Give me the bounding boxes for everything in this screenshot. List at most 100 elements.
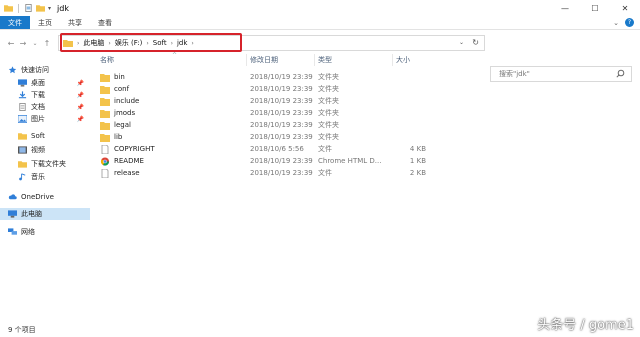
file-icon xyxy=(101,168,109,178)
music-icon xyxy=(19,173,26,181)
sidebar-item-quick-access[interactable]: 快速访问 xyxy=(0,64,90,76)
sidebar-item-download-folder[interactable]: 下载文件夹 xyxy=(0,158,90,170)
tab-view[interactable]: 查看 xyxy=(90,16,120,29)
file-type: 文件夹 xyxy=(318,97,339,105)
file-modified: 2018/10/19 23:39 xyxy=(250,169,313,177)
refresh-icon[interactable]: ↻ xyxy=(472,38,479,47)
sidebar-item-documents[interactable]: 文档 📌 xyxy=(0,101,90,113)
file-size xyxy=(396,107,426,119)
computer-icon xyxy=(8,210,17,218)
customize-toolbar-icon[interactable]: ▾ xyxy=(48,5,51,12)
column-divider[interactable] xyxy=(392,54,393,66)
column-header-modified[interactable]: 修改日期 xyxy=(250,54,314,66)
folder-icon xyxy=(63,40,73,47)
download-icon xyxy=(18,91,27,99)
chrome-icon xyxy=(100,156,110,166)
chevron-down-icon[interactable]: ⌄ xyxy=(459,39,464,46)
table-row[interactable]: lib 2018/10/19 23:39 文件夹 xyxy=(96,131,636,143)
file-name: legal xyxy=(114,121,131,129)
table-row[interactable]: README 2018/10/19 23:39 Chrome HTML D...… xyxy=(96,155,636,167)
sidebar-item-onedrive[interactable]: OneDrive xyxy=(0,191,90,203)
column-divider[interactable] xyxy=(314,54,315,66)
sidebar-item-desktop[interactable]: 桌面 📌 xyxy=(0,77,90,89)
navigation-pane: 快速访问 桌面 📌 下载 📌 文档 📌 图片 📌 Soft 视频 下载文件夹 音… xyxy=(0,58,92,320)
folder-icon xyxy=(100,97,110,106)
file-name: README xyxy=(114,157,144,165)
window-controls: — ☐ ✕ xyxy=(550,0,640,16)
file-size xyxy=(396,95,426,107)
address-bar[interactable]: › 此电脑 › 娱乐 (F:) › Soft › jdk › ⌄ ↻ xyxy=(58,35,485,51)
sidebar-item-downloads[interactable]: 下载 📌 xyxy=(0,89,90,101)
chevron-right-icon[interactable]: › xyxy=(171,40,173,47)
sidebar-item-label: 快速访问 xyxy=(21,66,49,74)
file-name: release xyxy=(114,169,140,177)
close-icon[interactable]: ✕ xyxy=(610,0,640,16)
file-list: ^ 名称 修改日期 类型 大小 bin 2018/10/19 23:39 文件夹… xyxy=(96,52,636,320)
star-icon xyxy=(8,66,17,74)
pin-icon[interactable]: 📌 xyxy=(77,80,84,87)
folder-icon xyxy=(100,133,110,142)
ribbon-right-icons: ⌄ ? xyxy=(613,18,634,27)
breadcrumb-item[interactable]: 娱乐 (F:) xyxy=(115,38,143,48)
quick-access-toolbar: ▾ xyxy=(4,3,51,13)
file-name: conf xyxy=(114,85,130,93)
desktop-icon xyxy=(18,79,27,87)
column-header-size[interactable]: 大小 xyxy=(396,54,436,66)
pin-icon[interactable]: 📌 xyxy=(77,92,84,99)
sidebar-item-pictures[interactable]: 图片 📌 xyxy=(0,113,90,125)
table-row[interactable]: legal 2018/10/19 23:39 文件夹 xyxy=(96,119,636,131)
file-name: jmods xyxy=(114,109,136,117)
breadcrumb-item[interactable]: 此电脑 xyxy=(83,38,104,48)
back-arrow-icon[interactable]: ← xyxy=(5,36,17,50)
recent-locations-icon[interactable]: ⌄ xyxy=(29,36,41,50)
breadcrumb-item[interactable]: Soft xyxy=(153,39,167,47)
sidebar-item-videos[interactable]: 视频 xyxy=(0,144,90,156)
chevron-right-icon[interactable]: › xyxy=(146,40,148,47)
maximize-icon[interactable]: ☐ xyxy=(580,0,610,16)
pin-icon[interactable]: 📌 xyxy=(77,104,84,111)
file-size xyxy=(396,119,426,131)
table-row[interactable]: bin 2018/10/19 23:39 文件夹 xyxy=(96,71,636,83)
file-size xyxy=(396,83,426,95)
pin-icon[interactable]: 📌 xyxy=(77,116,84,123)
minimize-icon[interactable]: — xyxy=(550,0,580,16)
file-modified: 2018/10/19 23:39 xyxy=(250,97,313,105)
new-folder-icon[interactable] xyxy=(36,4,45,12)
forward-arrow-icon[interactable]: → xyxy=(17,36,29,50)
column-header-type[interactable]: 类型 xyxy=(318,54,392,66)
up-arrow-icon[interactable]: ↑ xyxy=(41,36,53,50)
chevron-right-icon[interactable]: › xyxy=(108,40,110,47)
table-row[interactable]: release 2018/10/19 23:39 文件 2 KB xyxy=(96,167,636,179)
file-modified: 2018/10/19 23:39 xyxy=(250,85,313,93)
tab-home[interactable]: 主页 xyxy=(30,16,60,29)
sidebar-item-this-pc[interactable]: 此电脑 xyxy=(0,208,90,220)
chevron-right-icon[interactable]: › xyxy=(77,40,79,47)
column-header-name[interactable]: 名称 xyxy=(100,54,246,66)
table-row[interactable]: conf 2018/10/19 23:39 文件夹 xyxy=(96,83,636,95)
sidebar-item-network[interactable]: 网络 xyxy=(0,226,90,238)
chevron-right-icon[interactable]: › xyxy=(191,40,193,47)
sidebar-item-music[interactable]: 音乐 xyxy=(0,171,90,183)
folder-icon xyxy=(100,121,110,130)
tab-file[interactable]: 文件 xyxy=(0,16,30,29)
file-type: 文件夹 xyxy=(318,133,339,141)
breadcrumb-item[interactable]: jdk xyxy=(177,39,187,47)
file-modified: 2018/10/19 23:39 xyxy=(250,109,313,117)
column-divider[interactable] xyxy=(246,54,247,66)
sidebar-item-label: 视频 xyxy=(31,146,45,154)
table-row[interactable]: COPYRIGHT 2018/10/6 5:56 文件 4 KB xyxy=(96,143,636,155)
help-icon[interactable]: ? xyxy=(625,18,634,27)
sidebar-item-label: 下载 xyxy=(31,91,45,99)
item-count: 9 个项目 xyxy=(8,325,36,334)
file-type: 文件夹 xyxy=(318,73,339,81)
table-row[interactable]: include 2018/10/19 23:39 文件夹 xyxy=(96,95,636,107)
file-modified: 2018/10/19 23:39 xyxy=(250,133,313,141)
expand-ribbon-icon[interactable]: ⌄ xyxy=(613,19,619,27)
picture-icon xyxy=(18,115,27,123)
table-row[interactable]: jmods 2018/10/19 23:39 文件夹 xyxy=(96,107,636,119)
cloud-icon xyxy=(8,194,17,200)
tab-share[interactable]: 共享 xyxy=(60,16,90,29)
properties-icon[interactable] xyxy=(24,4,33,12)
file-name: lib xyxy=(114,133,123,141)
sidebar-item-soft[interactable]: Soft xyxy=(0,130,90,142)
